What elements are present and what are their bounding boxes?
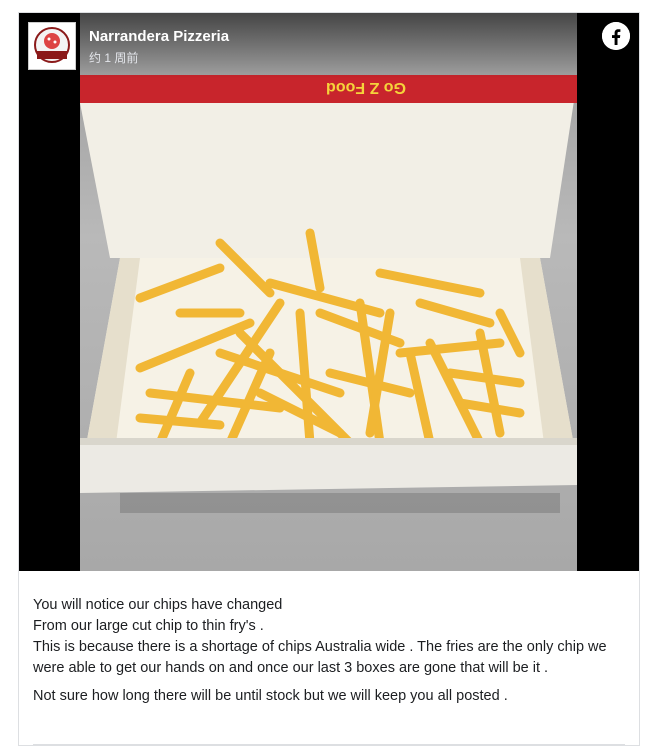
caption-line: You will notice our chips have changed [33, 597, 283, 613]
page-avatar[interactable] [28, 22, 76, 70]
caption-line: From our large cut chip to thin fry's . [33, 618, 264, 634]
fries-photo[interactable]: Go Z Food [80, 13, 577, 571]
page-name[interactable]: Narrandera Pizzeria [89, 28, 229, 45]
post-timestamp[interactable]: 约 1 周前 [89, 49, 138, 66]
pizzeria-logo-icon [34, 27, 70, 63]
fries-illustration: Go Z Food [80, 75, 577, 513]
caption-line: This is because there is a shortage of c… [33, 639, 607, 676]
post-media[interactable]: Go Z Food Narrandera Pizzeria 约 1 周前 [19, 13, 639, 571]
facebook-post: Go Z Food Narrandera Pizzeria 约 1 周前 You… [18, 12, 640, 746]
post-header: Narrandera Pizzeria 约 1 周前 [19, 13, 639, 79]
post-caption: You will notice our chips have changed F… [33, 595, 623, 707]
facebook-icon[interactable] [602, 22, 630, 50]
box-print-text: Go Z Food [326, 79, 406, 96]
caption-line: Not sure how long there will be until st… [33, 688, 508, 704]
divider [33, 744, 625, 745]
